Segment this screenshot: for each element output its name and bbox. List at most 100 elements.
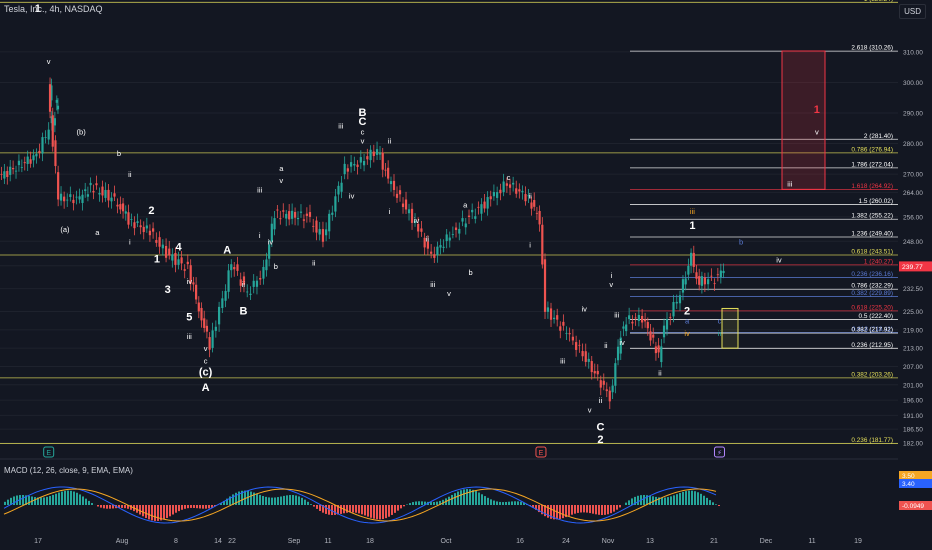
candle-body	[672, 301, 675, 317]
candle-body	[483, 201, 486, 209]
event-marker-label: ⚡	[717, 449, 722, 457]
candle-body	[142, 226, 145, 233]
macd-histogram-bar	[586, 505, 588, 513]
macd-histogram-bar	[601, 505, 603, 516]
price-tick-label: 232.50	[903, 286, 923, 293]
candle-body	[155, 240, 158, 243]
candle-body	[273, 218, 276, 230]
candle-body	[530, 202, 533, 209]
candle-body	[328, 213, 331, 232]
fib-label: 1 (326.24)	[864, 0, 893, 3]
macd-histogram-bar	[454, 493, 456, 505]
macd-histogram-bar	[400, 505, 402, 509]
candle-body	[53, 118, 56, 126]
macd-histogram-bar	[637, 495, 639, 505]
candle-body	[454, 227, 458, 231]
candle-body	[722, 270, 725, 274]
wave-label: 1	[154, 254, 160, 266]
candle-body	[57, 172, 60, 200]
candle-body	[44, 136, 47, 138]
time-tick-label: 11	[808, 538, 815, 545]
macd-histogram-bar	[346, 505, 348, 513]
candle-body	[689, 252, 693, 266]
macd-histogram-bar	[583, 505, 585, 513]
macd-histogram-bar	[148, 505, 150, 520]
candle-body	[84, 189, 87, 192]
fib-label: 0.786 (232.29)	[851, 283, 893, 290]
candle-body	[145, 225, 148, 229]
wave-label: iv	[684, 329, 690, 338]
wave-label: iv	[414, 216, 420, 225]
candle-body	[158, 237, 161, 247]
wave-label: iii	[614, 311, 619, 320]
candle-body	[95, 183, 98, 186]
macd-header[interactable]: MACD (12, 26, close, 9, EMA, EMA)	[4, 466, 133, 475]
macd-histogram-bar	[142, 505, 144, 517]
candle-body	[353, 163, 356, 166]
macd-histogram-bar	[397, 505, 399, 511]
candle-body	[439, 245, 442, 248]
candle-body	[489, 196, 492, 200]
candle-body	[698, 276, 701, 285]
candle-body	[349, 162, 353, 167]
candle-body	[684, 278, 687, 285]
candle-body	[571, 336, 574, 341]
macd-histogram-bar	[481, 494, 483, 505]
wave-label: ii	[312, 259, 316, 268]
macd-histogram-bar	[616, 505, 618, 510]
candle-body	[407, 209, 411, 214]
fib-label: 0.786 (276.94)	[851, 146, 893, 153]
candle-body	[695, 272, 698, 279]
candle-body	[337, 185, 340, 195]
macd-histogram-bar	[151, 505, 153, 521]
macd-histogram-bar	[505, 501, 507, 505]
symbol-header[interactable]: Tesla, Inc., 4h, NASDAQ	[4, 4, 103, 14]
candle-body	[605, 389, 608, 392]
fib-label: 0.382 (203.26)	[851, 371, 893, 378]
wave-label: iii	[430, 280, 435, 289]
candle-body	[321, 229, 325, 242]
macd-histogram-bar	[193, 505, 195, 508]
macd-histogram-bar	[706, 497, 708, 505]
macd-histogram-bar	[703, 495, 705, 505]
candle-body	[410, 208, 414, 223]
candle-body	[136, 221, 139, 223]
candle-body	[378, 153, 382, 155]
macd-histogram-bar	[70, 490, 72, 505]
macd-value-label: -0.0949	[902, 503, 924, 510]
price-tick-label: 219.00	[903, 327, 923, 334]
wave-label: v	[204, 344, 208, 353]
candle-body	[227, 270, 230, 292]
candle-body	[687, 265, 690, 275]
macd-histogram-bar	[697, 492, 699, 505]
fib-label: 1.5 (260.02)	[859, 198, 893, 205]
macd-histogram-bar	[40, 497, 42, 505]
candle-body	[433, 254, 436, 258]
macd-histogram-bar	[172, 505, 174, 515]
candle-body	[224, 290, 227, 301]
macd-histogram-bar	[577, 505, 579, 513]
candle-body	[291, 210, 294, 219]
macd-histogram-bar	[76, 492, 78, 505]
wave-label: 2	[597, 434, 603, 446]
macd-histogram-bar	[259, 494, 261, 505]
candle-body	[302, 219, 306, 221]
candle-body	[6, 170, 9, 178]
time-tick-label: 11	[324, 538, 331, 545]
macd-histogram-bar	[313, 505, 315, 507]
macd-histogram-bar	[502, 502, 504, 505]
macd-histogram-bar	[199, 505, 201, 509]
macd-histogram-bar	[88, 500, 90, 505]
fib-label: 1.618 (264.92)	[851, 183, 893, 190]
currency-button[interactable]: USD	[899, 4, 926, 19]
candle-body	[458, 228, 461, 234]
candle-body	[54, 140, 57, 167]
macd-histogram-bar	[457, 491, 459, 505]
wave-label: ii	[128, 170, 132, 179]
macd-histogram-bar	[106, 505, 108, 509]
macd-histogram-bar	[433, 502, 435, 505]
wave-label: 4	[175, 241, 182, 253]
candle-body	[565, 332, 568, 334]
candle-body	[183, 269, 186, 271]
macd-histogram-bar	[190, 505, 192, 508]
